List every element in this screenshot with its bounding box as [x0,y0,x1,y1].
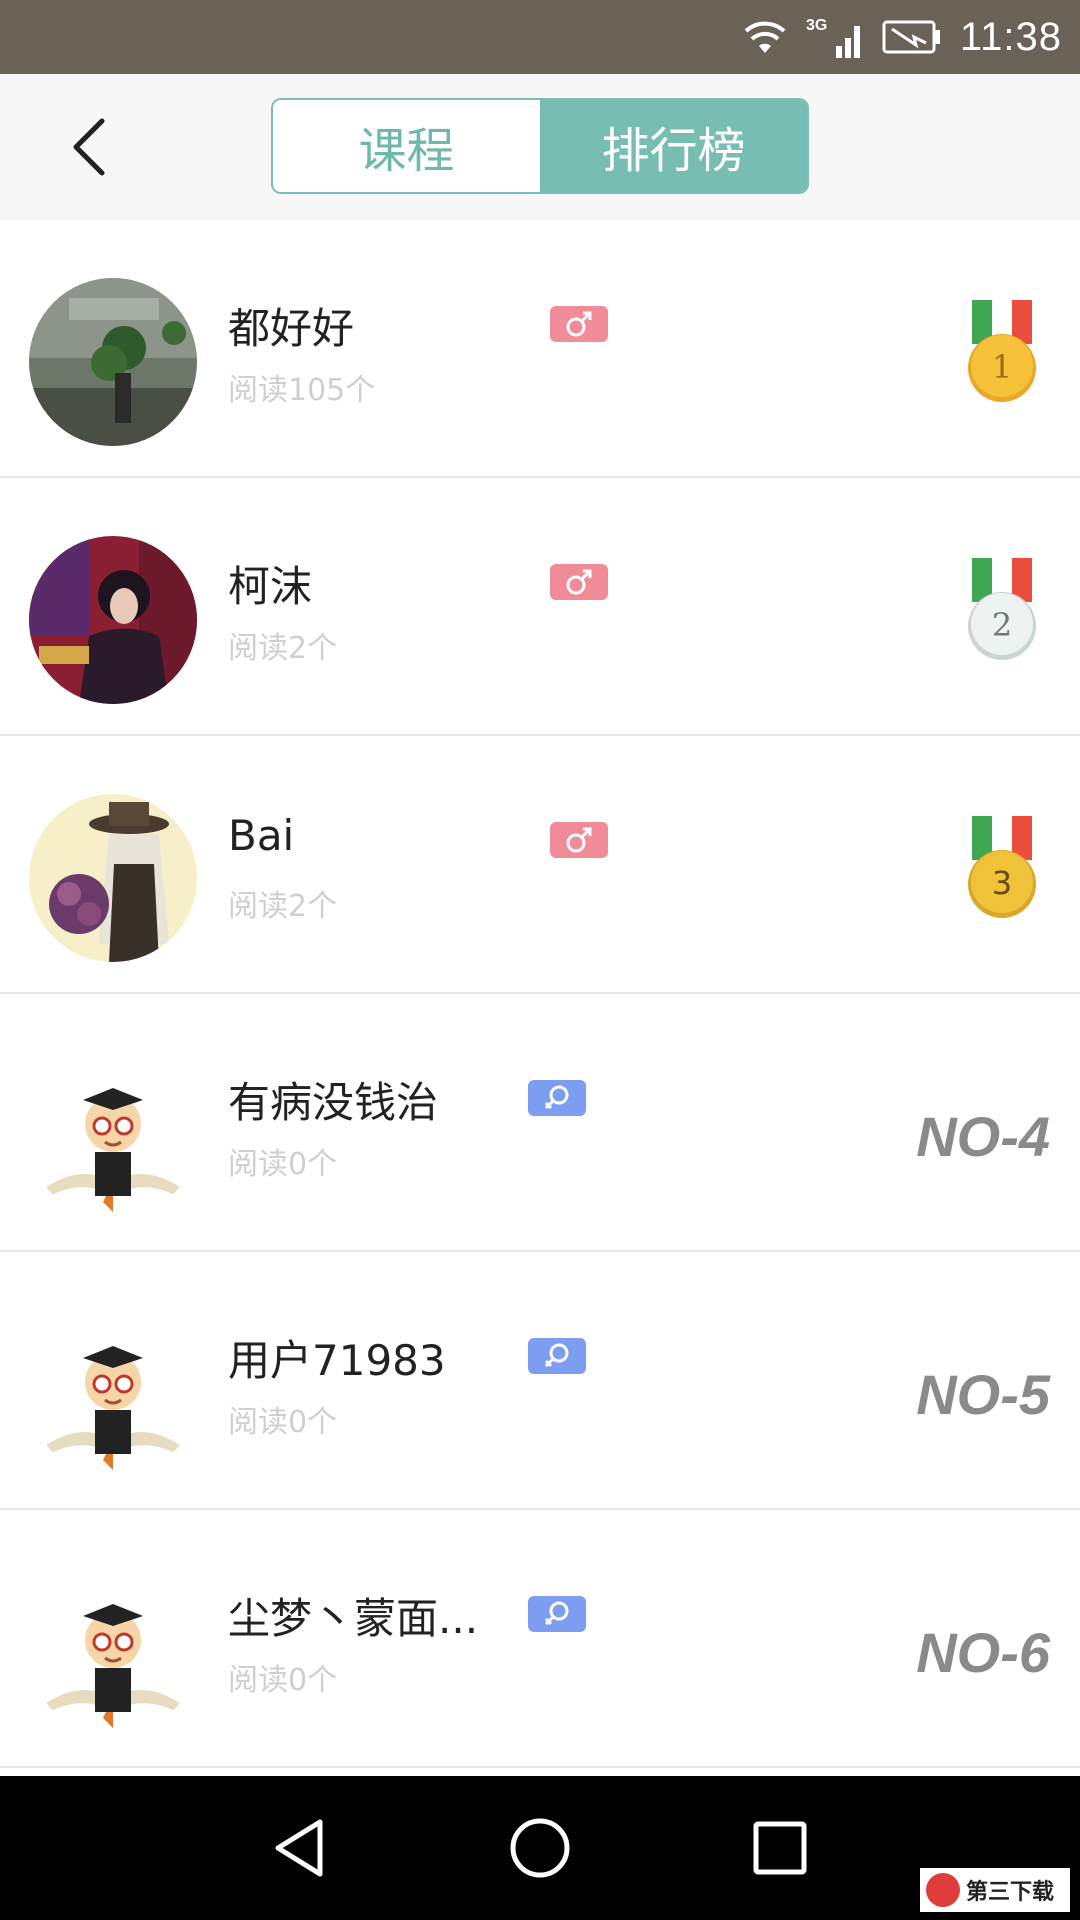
default-avatar[interactable] [29,1052,197,1220]
medal-rank-label: 3 [992,864,1012,902]
silver-medal-icon: 2 [962,558,1042,668]
male-icon [550,564,608,600]
nav-back-button[interactable] [264,1812,336,1884]
user-name: 柯沫 [228,562,313,611]
male-icon [550,306,608,342]
read-count: 阅读105个 [228,373,376,408]
bronze-medal-icon: 3 [962,816,1042,926]
female-icon [528,1596,586,1632]
watermark-logo: 第三下载 [920,1868,1070,1912]
nav-home-button[interactable] [504,1812,576,1884]
user-name: 用户71983 [228,1336,446,1385]
leaderboard-row[interactable]: 有病没钱治 阅读0个 NO-4 [0,994,1080,1252]
signal-3g-icon: 3G [806,12,864,62]
rank-number: NO-6 [916,1621,1050,1684]
status-icons: 3G 11:38 [742,0,1062,74]
tab-leaderboard[interactable]: 排行榜 [540,100,807,192]
gold-medal-icon: 1 [962,300,1042,410]
tab-courses[interactable]: 课程 [273,100,540,192]
leaderboard-row[interactable]: 用户71983 阅读0个 NO-5 [0,1252,1080,1510]
read-count: 阅读2个 [228,889,338,924]
square-recents-icon [753,1821,807,1875]
system-nav-bar: 第三下载 [0,1776,1080,1920]
leaderboard-row[interactable]: 柯沫 阅读2个 2 [0,478,1080,736]
leaderboard-row[interactable]: 尘梦丶蒙面... 阅读0个 NO-6 [0,1510,1080,1768]
wifi-icon [742,17,788,57]
watermark-text: 第三下载 [966,1880,1055,1905]
nav-recents-button[interactable] [744,1812,816,1884]
male-icon [550,822,608,858]
user-name: 尘梦丶蒙面... [228,1594,479,1643]
default-avatar[interactable] [29,1310,197,1478]
user-name: 都好好 [228,304,355,353]
circle-home-icon [510,1818,570,1878]
header: 课程 排行榜 [0,74,1080,220]
default-avatar[interactable] [29,1568,197,1736]
read-count: 阅读0个 [228,1147,338,1182]
watermark-icon [926,1873,960,1907]
status-time: 11:38 [959,14,1062,59]
user-name: Bai [228,811,295,860]
rank-number: NO-5 [916,1363,1050,1426]
chevron-left-icon [73,118,105,176]
medal-rank-label: 2 [992,606,1012,644]
user-name: 有病没钱治 [228,1078,439,1127]
segmented-tabs: 课程 排行榜 [271,98,809,194]
female-icon [528,1338,586,1374]
read-count: 阅读2个 [228,631,338,666]
network-type-label: 3G [806,17,827,34]
avatar[interactable] [29,794,197,962]
leaderboard-row[interactable]: 都好好 阅读105个 1 [0,220,1080,478]
back-button[interactable] [60,110,120,184]
rank-number: NO-4 [916,1105,1050,1168]
medal-rank-label: 1 [992,348,1012,386]
leaderboard-row[interactable]: Bai 阅读2个 3 [0,736,1080,994]
read-count: 阅读0个 [228,1405,338,1440]
battery-charging-icon [882,19,942,55]
leaderboard-list: 都好好 阅读105个 1 柯沫 阅读2个 2 Bai 阅读2个 3 有病没钱治 … [0,220,1080,1768]
avatar[interactable] [29,536,197,704]
read-count: 阅读0个 [228,1663,338,1698]
avatar[interactable] [29,278,197,446]
female-icon [528,1080,586,1116]
status-bar: 3G 11:38 [0,0,1080,74]
triangle-back-icon [275,1819,323,1877]
